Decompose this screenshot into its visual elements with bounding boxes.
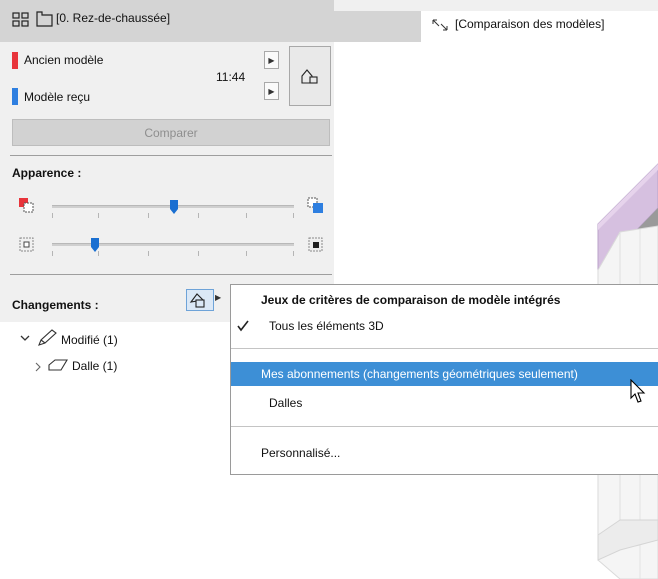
slider-tick <box>198 213 199 218</box>
pencil-icon <box>37 329 59 347</box>
viewport-strip-fill <box>334 11 421 42</box>
menu-separator <box>231 426 658 427</box>
section-divider <box>10 155 332 156</box>
arrow-right-icon[interactable]: ▶ <box>215 293 221 302</box>
mouse-cursor-icon <box>630 378 646 405</box>
slider-tick <box>198 251 199 256</box>
camera-icon <box>431 18 449 32</box>
menu-separator <box>231 348 658 349</box>
slider-tick <box>52 251 53 256</box>
tree-item-modified[interactable]: Modifié (1) <box>61 333 118 347</box>
filter-button[interactable] <box>186 289 214 311</box>
changes-title: Changements : <box>12 298 99 312</box>
menu-item-custom[interactable]: Personnalisé... <box>261 446 340 460</box>
blue-square-icon <box>307 197 325 215</box>
slider-tick <box>293 213 294 218</box>
old-model-swatch <box>12 52 18 69</box>
slider-thumb-1[interactable] <box>169 199 179 215</box>
update-icon <box>301 69 318 84</box>
menu-item-all-3d[interactable]: Tous les éléments 3D <box>269 319 384 333</box>
opacity-slider-track-2[interactable] <box>52 243 294 246</box>
slider-tick <box>52 213 53 218</box>
dark-square-icon <box>307 236 325 254</box>
slider-tick <box>246 251 247 256</box>
slider-tick <box>246 213 247 218</box>
grid-icon[interactable] <box>12 11 30 29</box>
menu-item-subscriptions[interactable]: Mes abonnements (changements géométrique… <box>261 367 578 381</box>
slider-tick <box>148 251 149 256</box>
menu-item-slabs[interactable]: Dalles <box>269 396 302 410</box>
plan-tab-label[interactable]: [0. Rez-de-chaussée] <box>56 11 170 25</box>
eye-icon <box>48 358 68 372</box>
checkmark-icon <box>236 319 250 333</box>
arrow-right-icon: ▶ <box>268 86 275 96</box>
arrow-right-icon: ▶ <box>268 55 275 65</box>
slider-tick <box>293 251 294 256</box>
menu-heading: Jeux de critères de comparaison de modèl… <box>261 293 561 307</box>
received-model-label: Modèle reçu <box>24 90 91 104</box>
red-square-icon <box>18 197 36 215</box>
slider-tick <box>98 213 99 218</box>
update-models-button[interactable] <box>289 46 331 106</box>
small-square-icon <box>18 236 36 254</box>
chevron-right-icon[interactable] <box>33 361 43 372</box>
slider-thumb-2[interactable] <box>90 237 100 253</box>
viewport-top-strip <box>334 0 658 11</box>
plan-icon <box>35 9 55 29</box>
filter-shapes-icon <box>189 293 205 308</box>
section-divider <box>10 274 332 275</box>
criteria-dropdown-menu: Jeux de critères de comparaison de modèl… <box>230 284 658 475</box>
received-time: 11:44 <box>216 70 246 84</box>
old-model-arrow-button[interactable]: ▶ <box>264 51 279 69</box>
compare-button[interactable]: Comparer <box>12 119 330 146</box>
appearance-title: Apparence : <box>12 166 82 180</box>
old-model-label: Ancien modèle <box>24 53 104 67</box>
received-model-arrow-button[interactable]: ▶ <box>264 82 279 100</box>
slider-tick <box>148 213 149 218</box>
received-model-swatch <box>12 88 18 105</box>
viewport-tab-label[interactable]: [Comparaison des modèles] <box>455 17 604 31</box>
chevron-down-icon[interactable] <box>20 332 30 342</box>
tree-item-slab[interactable]: Dalle (1) <box>72 359 117 373</box>
